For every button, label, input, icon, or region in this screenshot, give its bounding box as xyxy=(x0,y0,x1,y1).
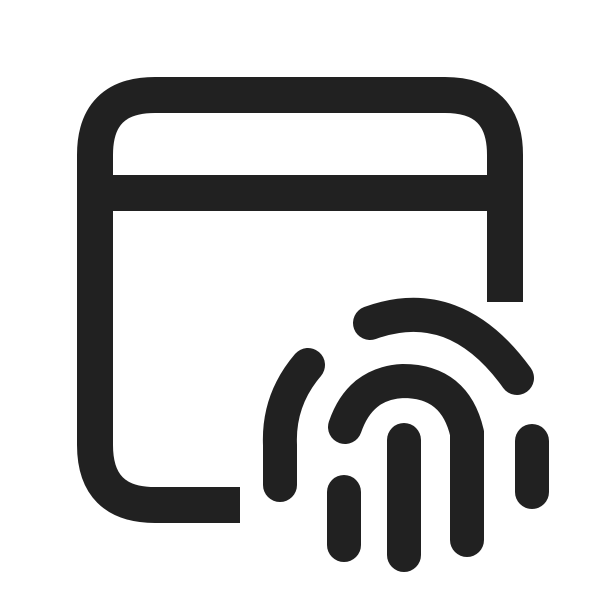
icon-canvas xyxy=(0,0,600,600)
window-frame xyxy=(77,77,523,523)
window-fingerprint-icon xyxy=(77,77,549,572)
fingerprint-icon xyxy=(262,297,549,572)
fingerprint-left-arc xyxy=(262,348,325,502)
